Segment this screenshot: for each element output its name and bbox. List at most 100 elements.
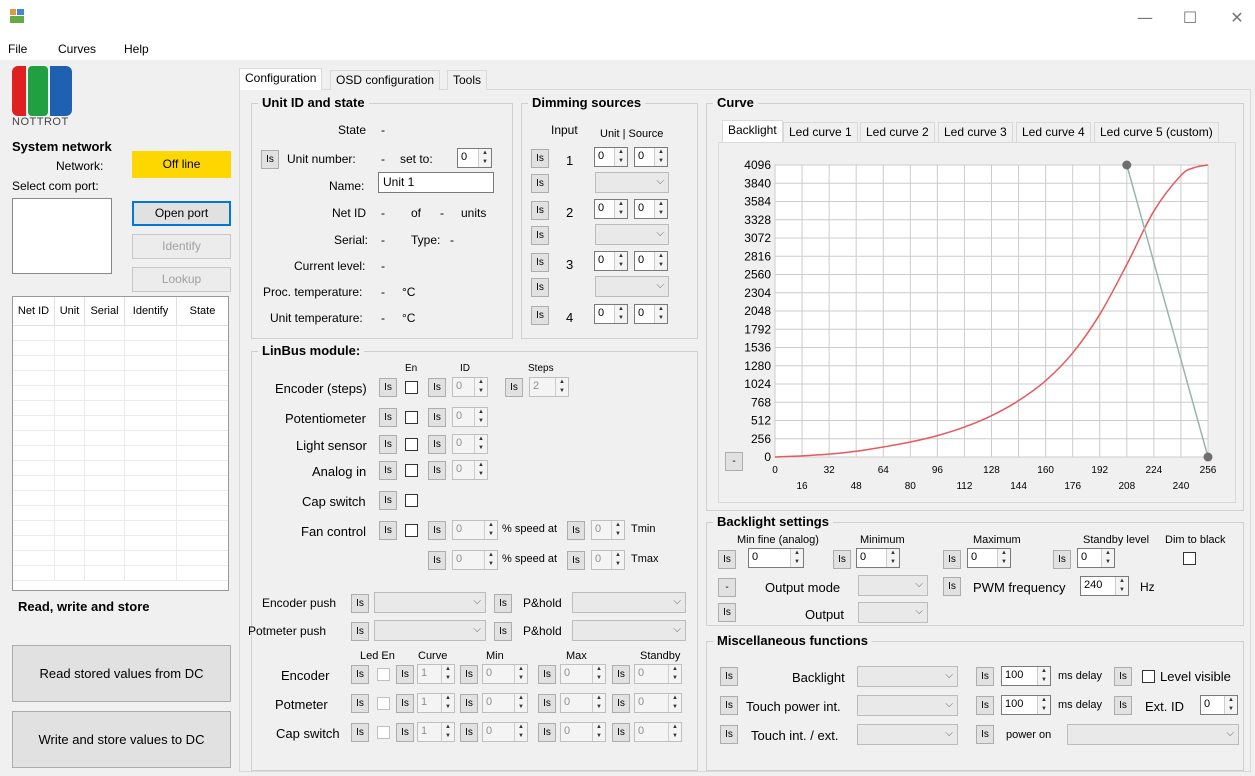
spinner-arrows-icon[interactable]: ▲ ▼ [441, 665, 454, 683]
maximize-button[interactable]: ☐ [1175, 8, 1205, 27]
curve-control-point[interactable] [1203, 452, 1213, 462]
light-sensor-en-checkbox[interactable] [405, 438, 418, 451]
is-button[interactable]: Is [1114, 696, 1132, 715]
is-button[interactable]: Is [612, 723, 630, 742]
tmin-spinner[interactable]: 0 ▲ ▼ [591, 520, 625, 540]
is-button[interactable]: Is [351, 665, 369, 684]
tmax-spinner[interactable]: 0 ▲ ▼ [591, 550, 625, 570]
spinner-arrows-icon[interactable]: ▲ ▼ [1037, 667, 1050, 685]
spinner-arrows-icon[interactable]: ▲ ▼ [614, 200, 627, 218]
cap-switch-led-standby-spinner[interactable]: 0 ▲ ▼ [634, 722, 682, 742]
cap-switch-led-curve-spinner[interactable]: 1 ▲ ▼ [417, 722, 455, 742]
source-spinner[interactable]: 0 ▲ ▼ [634, 199, 668, 219]
spinner-arrows-icon[interactable]: ▲ ▼ [614, 148, 627, 166]
is-button[interactable]: Is [379, 435, 397, 454]
spinner-arrows-icon[interactable]: ▲ ▼ [441, 723, 454, 741]
is-button[interactable]: Is [720, 667, 738, 686]
is-button[interactable]: Is [567, 551, 585, 570]
is-button[interactable]: Is [494, 622, 512, 641]
spinner-arrows-icon[interactable]: ▲ ▼ [668, 665, 681, 683]
is-button[interactable]: Is [718, 550, 736, 569]
spinner-arrows-icon[interactable]: ▲ ▼ [1037, 696, 1050, 714]
is-button[interactable]: Is [460, 723, 478, 742]
open-port-button[interactable]: Open port [132, 201, 231, 226]
name-input[interactable]: Unit 1 [378, 172, 494, 193]
table-row[interactable] [13, 416, 228, 431]
spinner-arrows-icon[interactable]: ▲ ▼ [514, 723, 527, 741]
cap-switch-led-max-spinner[interactable]: 0 ▲ ▼ [560, 722, 606, 742]
is-button[interactable]: Is [428, 408, 446, 427]
output-mode-select[interactable]: ⌵ [858, 575, 928, 596]
spinner-arrows-icon[interactable]: ▲ ▼ [514, 665, 527, 683]
curve-tab-2[interactable]: Led curve 2 [860, 122, 935, 142]
spinner-arrows-icon[interactable]: ▲ ▼ [474, 461, 487, 479]
table-row[interactable] [13, 521, 228, 536]
spinner-arrows-icon[interactable]: ▲ ▼ [997, 549, 1010, 567]
write-store-button[interactable]: Write and store values to DC [12, 711, 231, 768]
curve-tab-5[interactable]: Led curve 5 (custom) [1094, 122, 1219, 142]
backlight-curve-chart[interactable]: 4096384035843328307228162560230420481792… [720, 145, 1234, 500]
spinner-arrows-icon[interactable]: ▲ ▼ [654, 305, 667, 323]
touch-power-delay-spinner[interactable]: 100 ▲ ▼ [1001, 695, 1051, 715]
is-button[interactable]: Is [1053, 550, 1071, 569]
is-button[interactable]: Is [531, 253, 549, 272]
encoder-en-checkbox[interactable] [405, 381, 418, 394]
is-button[interactable]: Is [531, 201, 549, 220]
is-button[interactable]: Is [567, 521, 585, 540]
is-button[interactable]: Is [612, 694, 630, 713]
is-button[interactable]: Is [718, 603, 736, 622]
source-select[interactable]: ⌵ [595, 172, 669, 193]
lookup-button[interactable]: Lookup [132, 267, 231, 292]
table-row[interactable] [13, 461, 228, 476]
is-button[interactable]: Is [976, 667, 994, 686]
spinner-arrows-icon[interactable]: ▲ ▼ [441, 694, 454, 712]
spinner-arrows-icon[interactable]: ▲ ▼ [478, 149, 491, 167]
curve-minus-button[interactable]: - [725, 452, 743, 471]
com-port-list[interactable] [12, 198, 112, 274]
potmeter-push-select[interactable]: ⌵ [374, 620, 486, 641]
encoder-push-select[interactable]: ⌵ [374, 592, 486, 613]
is-button[interactable]: Is [538, 723, 556, 742]
spinner-arrows-icon[interactable]: ▲ ▼ [592, 694, 605, 712]
touch-power-select[interactable]: ⌵ [857, 695, 958, 716]
is-button[interactable]: Is [460, 694, 478, 713]
curve-tab-4[interactable]: Led curve 4 [1016, 122, 1091, 142]
is-button[interactable]: Is [428, 435, 446, 454]
potmeter-led-en-checkbox[interactable] [377, 697, 390, 710]
potmeter-led-curve-spinner[interactable]: 1 ▲ ▼ [417, 693, 455, 713]
encoder-phold-select[interactable]: ⌵ [572, 592, 686, 613]
is-button[interactable]: Is [943, 550, 961, 569]
minimum-spinner[interactable]: 0 ▲ ▼ [856, 548, 900, 568]
is-button[interactable]: Is [505, 378, 523, 397]
is-button[interactable]: Is [351, 723, 369, 742]
spinner-arrows-icon[interactable]: ▲ ▼ [484, 551, 497, 569]
is-button[interactable]: Is [460, 665, 478, 684]
spinner-arrows-icon[interactable]: ▲ ▼ [1101, 549, 1114, 567]
analog-in-en-checkbox[interactable] [405, 464, 418, 477]
fan-tmin-speed-spinner[interactable]: 0 ▲ ▼ [452, 520, 498, 540]
spinner-arrows-icon[interactable]: ▲ ▼ [614, 252, 627, 270]
is-button[interactable]: Is [720, 725, 738, 744]
is-button[interactable]: Is [976, 696, 994, 715]
touch-int-ext-select[interactable]: ⌵ [857, 724, 958, 745]
unit-spinner[interactable]: 0 ▲ ▼ [594, 147, 628, 167]
maximum-spinner[interactable]: 0 ▲ ▼ [967, 548, 1011, 568]
backlight-select[interactable]: ⌵ [857, 666, 958, 687]
cap-switch-en-checkbox[interactable] [405, 494, 418, 507]
spinner-arrows-icon[interactable]: ▲ ▼ [654, 200, 667, 218]
table-row[interactable] [13, 446, 228, 461]
is-button[interactable]: Is [379, 378, 397, 397]
table-row[interactable] [13, 356, 228, 371]
is-button[interactable]: Is [976, 725, 994, 744]
ext-id-spinner[interactable]: 0 ▲ ▼ [1200, 695, 1238, 715]
spinner-arrows-icon[interactable]: ▲ ▼ [611, 521, 624, 539]
table-row[interactable] [13, 431, 228, 446]
is-button[interactable]: Is [538, 694, 556, 713]
spinner-arrows-icon[interactable]: ▲ ▼ [668, 694, 681, 712]
spinner-arrows-icon[interactable]: ▲ ▼ [555, 378, 568, 396]
encoder-led-en-checkbox[interactable] [377, 668, 390, 681]
table-row[interactable] [13, 551, 228, 566]
is-button[interactable]: Is [531, 226, 549, 245]
is-button[interactable]: Is [379, 408, 397, 427]
encoder-led-standby-spinner[interactable]: 0 ▲ ▼ [634, 664, 682, 684]
